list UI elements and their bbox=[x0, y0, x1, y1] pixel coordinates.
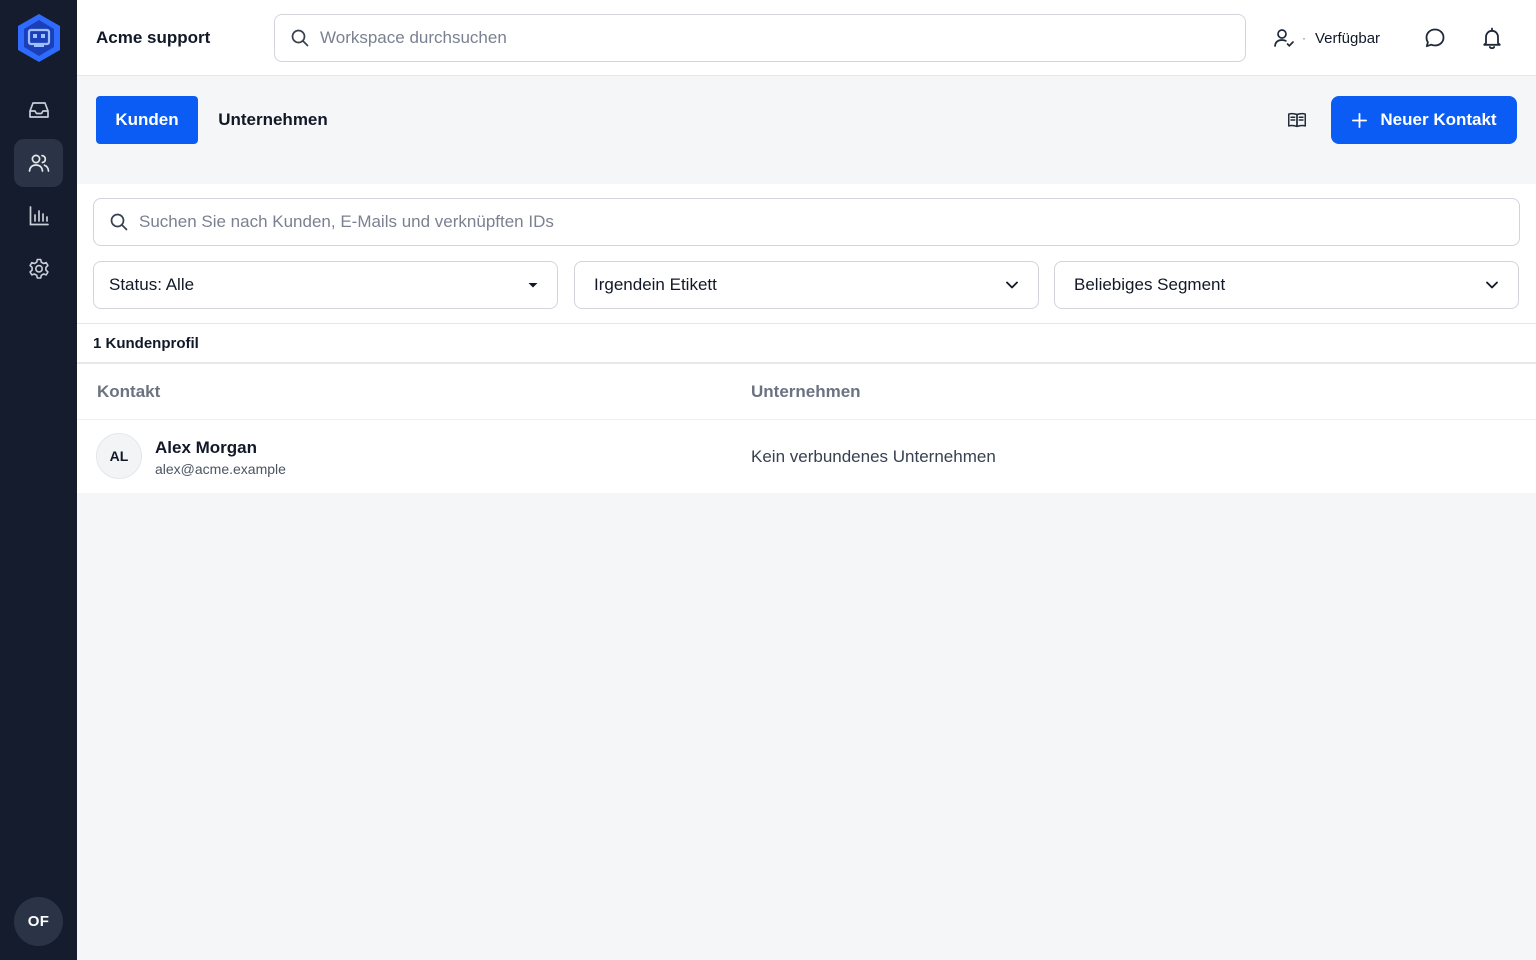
user-avatar[interactable]: OF bbox=[14, 897, 63, 946]
customer-list-panel: Status: Alle Irgendein Etikett Beliebige… bbox=[77, 184, 1536, 493]
new-contact-label: Neuer Kontakt bbox=[1380, 110, 1497, 129]
table-row[interactable]: AL Alex Morgan alex@acme.example Kein ve… bbox=[77, 420, 1536, 493]
contact-avatar: AL bbox=[96, 433, 142, 479]
contact-company: Kein verbundenes Unternehmen bbox=[751, 447, 996, 466]
plus-icon bbox=[1351, 112, 1368, 129]
caret-down-icon bbox=[528, 283, 538, 288]
status-filter[interactable]: Status: Alle bbox=[93, 261, 558, 309]
sidebar: OF bbox=[0, 0, 77, 960]
bar-chart-icon bbox=[29, 206, 49, 226]
gear-icon bbox=[28, 258, 49, 279]
sidebar-item-contacts[interactable] bbox=[14, 139, 63, 187]
user-status-icon bbox=[1274, 29, 1294, 48]
tag-filter[interactable]: Irgendein Etikett bbox=[574, 261, 1039, 309]
segment-filter-value: Beliebiges Segment bbox=[1074, 275, 1226, 294]
users-icon bbox=[28, 154, 49, 172]
bell-icon bbox=[1483, 27, 1501, 50]
customer-search-input[interactable] bbox=[139, 199, 1519, 245]
help-docs-button[interactable] bbox=[1283, 106, 1311, 134]
app-logo-icon[interactable] bbox=[16, 13, 62, 63]
inbox-icon bbox=[28, 102, 49, 118]
chevron-down-icon bbox=[1486, 281, 1498, 289]
search-icon bbox=[291, 29, 309, 47]
chat-bubble-icon bbox=[1425, 28, 1445, 48]
column-header-company[interactable]: Unternehmen bbox=[751, 382, 861, 402]
notifications-button[interactable] bbox=[1476, 22, 1508, 54]
segment-filter[interactable]: Beliebiges Segment bbox=[1054, 261, 1519, 309]
chevron-down-icon bbox=[1006, 281, 1018, 289]
messages-button[interactable] bbox=[1419, 22, 1451, 54]
availability-toggle[interactable]: · Verfügbar bbox=[1272, 24, 1380, 52]
book-icon bbox=[1288, 112, 1306, 128]
contact-email: alex@acme.example bbox=[155, 461, 286, 477]
workspace-name[interactable]: Acme support bbox=[96, 28, 210, 48]
column-header-contact[interactable]: Kontakt bbox=[97, 382, 160, 402]
contact-name[interactable]: Alex Morgan bbox=[155, 438, 257, 458]
tag-filter-value: Irgendein Etikett bbox=[594, 275, 717, 294]
search-icon bbox=[110, 213, 128, 231]
availability-status: Verfügbar bbox=[1315, 29, 1381, 47]
result-count-label: 1 Kundenprofil bbox=[93, 334, 199, 352]
global-search-input[interactable] bbox=[320, 15, 1245, 61]
tab-unternehmen[interactable]: Unternehmen bbox=[198, 96, 348, 144]
new-contact-button[interactable]: Neuer Kontakt bbox=[1331, 96, 1517, 144]
status-separator: · bbox=[1302, 31, 1306, 45]
sidebar-item-inbox[interactable] bbox=[14, 86, 63, 134]
sidebar-item-reports[interactable] bbox=[14, 192, 63, 240]
customer-search[interactable] bbox=[93, 198, 1520, 246]
topbar: Acme support · Verfügbar bbox=[77, 0, 1536, 76]
result-count: 1 Kundenprofil bbox=[77, 323, 1536, 364]
sidebar-item-settings[interactable] bbox=[14, 245, 63, 293]
tab-kunden[interactable]: Kunden bbox=[96, 96, 198, 144]
app-root: OF Acme support · Verfügbar bbox=[0, 0, 1536, 960]
global-search[interactable] bbox=[274, 14, 1246, 62]
status-filter-value: Status: Alle bbox=[109, 275, 195, 294]
